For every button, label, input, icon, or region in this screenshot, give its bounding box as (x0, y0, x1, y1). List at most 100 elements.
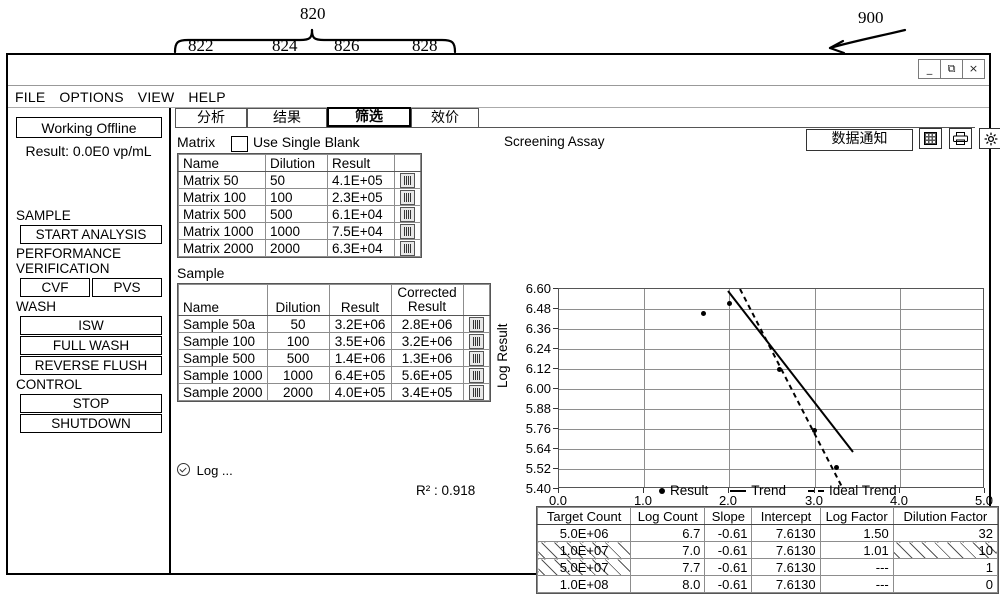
y-tick: 6.60 (525, 281, 551, 296)
use-single-blank-checkbox[interactable] (231, 136, 248, 152)
table-row[interactable]: 1.0E+08 8.0 -0.61 7.6130 --- 0 (536, 575, 999, 593)
sample-cell-corrected: 1.3E+06 (390, 349, 464, 367)
sample-col-corrected-result: Corrected Result (390, 284, 464, 316)
col-log-count: Log Count (630, 507, 706, 525)
table-row[interactable]: Sample 500 500 1.4E+06 1.3E+06 (178, 349, 490, 367)
section-heading-sample: SAMPLE (16, 208, 71, 223)
tab-bar: 分析 结果 筛选 效价 (175, 107, 975, 128)
matrix-label: Matrix (177, 134, 216, 150)
sample-cell-name: Sample 50a (178, 315, 268, 333)
isw-button[interactable]: ISW (20, 316, 162, 335)
delete-icon[interactable] (400, 172, 415, 188)
window-controls: _ ⧉ × (918, 59, 985, 79)
menu-item-view[interactable]: VIEW (131, 89, 182, 105)
tab-potency[interactable]: 效价 (411, 108, 479, 127)
gear-icon (984, 132, 997, 145)
print-button[interactable] (949, 128, 972, 149)
sample-col-result: Result (328, 284, 392, 316)
section-heading-wash: WASH (16, 299, 56, 314)
data-point (834, 465, 839, 470)
cell-log-factor: --- (819, 575, 894, 593)
stop-button[interactable]: STOP (20, 394, 162, 413)
reverse-flush-button[interactable]: REVERSE FLUSH (20, 356, 162, 375)
pvs-button[interactable]: PVS (92, 278, 162, 297)
shutdown-button[interactable]: SHUTDOWN (20, 414, 162, 433)
y-tick: 5.76 (525, 421, 551, 436)
tab-screening[interactable]: 筛选 (327, 107, 411, 127)
menu-item-options[interactable]: OPTIONS (52, 89, 130, 105)
table-row[interactable]: Matrix 1000 1000 7.5E+04 (178, 222, 421, 240)
delete-icon[interactable] (468, 316, 484, 332)
cell-log-factor: --- (819, 558, 894, 576)
y-tick: 5.52 (525, 461, 551, 476)
table-row[interactable]: 5.0E+07 7.7 -0.61 7.6130 --- 1 (536, 558, 999, 576)
cell-log-factor: 1.01 (819, 541, 894, 559)
results-table-header-row: Target Count Log Count Slope Intercept L… (536, 507, 999, 525)
cell-target-count: 1.0E+07 (536, 541, 632, 559)
table-row[interactable]: Matrix 100 100 2.3E+05 (178, 188, 421, 206)
table-row[interactable]: 5.0E+06 6.7 -0.61 7.6130 1.50 32 (536, 524, 999, 542)
matrix-table-header-row: Name Dilution Result (178, 154, 421, 172)
tab-results[interactable]: 结果 (247, 108, 327, 127)
matrix-col-dilution: Dilution (265, 154, 328, 172)
y-tick: 6.48 (525, 301, 551, 316)
y-tick: 5.64 (525, 441, 551, 456)
matrix-cell-result: 7.5E+04 (327, 222, 395, 240)
data-point (701, 311, 706, 316)
delete-icon[interactable] (468, 367, 484, 383)
cell-target-count: 5.0E+06 (536, 524, 632, 542)
delete-icon[interactable] (468, 333, 484, 349)
keypad-button[interactable] (919, 128, 942, 149)
minimize-button[interactable]: _ (918, 59, 941, 79)
data-notification-button[interactable]: 数据通知 (806, 129, 913, 151)
table-row[interactable]: Sample 1000 1000 6.4E+05 5.6E+05 (178, 366, 490, 384)
tab-analysis[interactable]: 分析 (175, 108, 247, 127)
full-wash-button[interactable]: FULL WASH (20, 336, 162, 355)
sample-cell-corrected: 3.2E+06 (390, 332, 464, 350)
menu-item-help[interactable]: HELP (181, 89, 232, 105)
matrix-cell-result: 4.1E+05 (327, 171, 395, 189)
log-expander[interactable]: Log ... (177, 463, 233, 478)
application-window: _ ⧉ × FILE OPTIONS VIEW HELP Working Off… (6, 53, 1000, 594)
delete-icon[interactable] (400, 223, 415, 239)
cell-log-count: 7.7 (630, 558, 706, 576)
matrix-cell-name: Matrix 100 (178, 188, 266, 206)
results-table-container: Target Count Log Count Slope Intercept L… (536, 506, 999, 594)
status-button[interactable]: Working Offline (16, 117, 162, 138)
table-row[interactable]: Matrix 50 50 4.1E+05 (178, 171, 421, 189)
sample-cell-dilution: 1000 (266, 366, 330, 384)
dashed-line-marker-icon (808, 489, 825, 492)
chart-legend: Result Trend Ideal Trend (659, 483, 897, 498)
table-row[interactable]: Sample 50a 50 3.2E+06 2.8E+06 (178, 315, 490, 333)
table-row[interactable]: Matrix 2000 2000 6.3E+04 (178, 239, 421, 257)
maximize-button[interactable]: ⧉ (940, 59, 963, 79)
matrix-col-actions (394, 154, 421, 172)
cvf-button[interactable]: CVF (20, 278, 90, 297)
legend-label: Ideal Trend (829, 483, 897, 498)
close-button[interactable]: × (962, 59, 985, 79)
matrix-cell-result: 2.3E+05 (327, 188, 395, 206)
matrix-cell-action (394, 205, 421, 223)
chevron-down-icon (177, 463, 190, 476)
delete-icon[interactable] (400, 240, 415, 256)
menu-item-file[interactable]: FILE (8, 89, 52, 105)
sample-table-header-row: Name Dilution Result Corrected Result (178, 284, 490, 316)
matrix-col-result: Result (327, 154, 395, 172)
y-tick: 6.24 (525, 341, 551, 356)
matrix-cell-name: Matrix 50 (178, 171, 266, 189)
col-target-count: Target Count (536, 507, 632, 525)
delete-icon[interactable] (468, 384, 484, 400)
sample-label: Sample (177, 265, 225, 281)
delete-icon[interactable] (400, 206, 415, 222)
table-row[interactable]: Matrix 500 500 6.1E+04 (178, 205, 421, 223)
table-row[interactable]: Sample 100 100 3.5E+06 3.2E+06 (178, 332, 490, 350)
delete-icon[interactable] (400, 189, 415, 205)
table-row[interactable]: 1.0E+07 7.0 -0.61 7.6130 1.01 10 (536, 541, 999, 559)
sample-cell-result: 4.0E+05 (328, 383, 392, 401)
start-analysis-button[interactable]: START ANALYSIS (20, 225, 162, 244)
settings-button[interactable] (979, 128, 1000, 149)
sample-cell-name: Sample 100 (178, 332, 268, 350)
delete-icon[interactable] (468, 350, 484, 366)
ref-900: 900 (858, 8, 884, 27)
table-row[interactable]: Sample 2000 2000 4.0E+05 3.4E+05 (178, 383, 490, 401)
